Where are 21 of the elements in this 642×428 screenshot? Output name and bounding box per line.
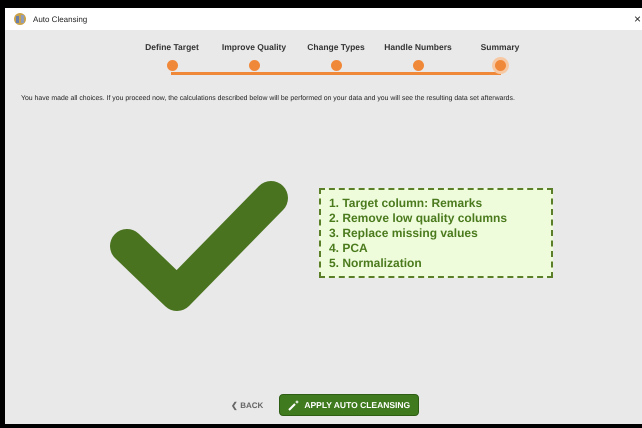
summary-item: 4. PCA — [329, 241, 369, 255]
step-dot[interactable] — [248, 60, 260, 71]
step-label[interactable]: Improve Quality — [222, 42, 286, 52]
step-dot[interactable] — [166, 60, 178, 71]
step-label[interactable]: Define Target — [145, 42, 199, 52]
magic-wand-icon — [288, 399, 300, 411]
step-dot[interactable] — [330, 60, 342, 71]
step-label[interactable]: Handle Numbers — [384, 42, 452, 52]
step-dot[interactable] — [494, 60, 506, 71]
apply-button[interactable]: APPLY AUTO CLEANSING — [279, 394, 420, 416]
summary-item: 5. Normalization — [329, 256, 423, 270]
close-button[interactable]: × — [634, 12, 641, 26]
window-title: Auto Cleansing — [33, 14, 88, 24]
summary-item: 3. Replace missing values — [329, 226, 479, 240]
back-button[interactable]: ❮ BACK — [229, 398, 266, 412]
step-dot[interactable] — [412, 60, 424, 71]
step-label[interactable]: Change Types — [307, 42, 365, 52]
step-label[interactable]: Summary — [480, 42, 520, 52]
summary-item: 2. Remove low quality columns — [329, 211, 508, 225]
summary-item: 1. Target column: Remarks — [329, 196, 484, 210]
app-icon — [13, 12, 27, 26]
